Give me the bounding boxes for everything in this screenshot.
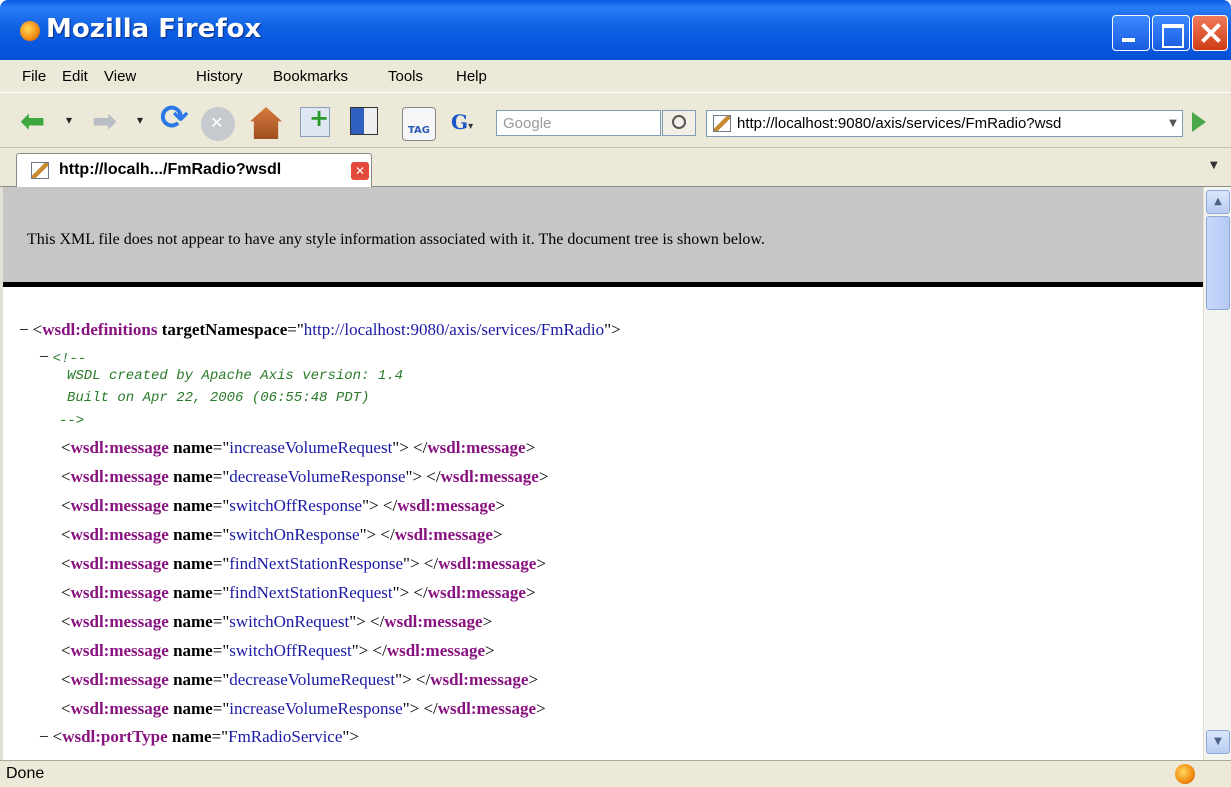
xml-message-line: <wsdl:message name="switchOffResponse"> … — [61, 496, 506, 515]
tag-bookmark-icon[interactable]: TAG — [402, 107, 436, 141]
xml-attr-value: decreaseVolumeResponse — [229, 467, 406, 486]
xml-comment-open: − <!-- — [39, 347, 87, 367]
xml-attr-value: http://localhost:9080/axis/services/FmRa… — [303, 320, 605, 339]
tab-fmradio-wsdl[interactable]: http://localh.../FmRadio?wsdl ✕ — [16, 153, 372, 187]
minimize-button[interactable] — [1112, 15, 1150, 51]
collapse-toggle[interactable]: − — [39, 347, 49, 366]
xml-message-line: <wsdl:message name="increaseVolumeRespon… — [61, 699, 546, 718]
xml-style-notice: This XML file does not appear to have an… — [27, 231, 765, 248]
stop-icon[interactable] — [201, 107, 235, 141]
xml-message-line: <wsdl:message name="findNextStationReque… — [61, 583, 536, 602]
back-history-dropdown-icon[interactable]: ▾ — [66, 113, 72, 127]
forward-history-dropdown-icon[interactable]: ▾ — [137, 113, 143, 127]
xml-attr-value: increaseVolumeResponse — [229, 699, 403, 718]
close-window-button[interactable] — [1192, 15, 1228, 51]
xml-attr-value: decreaseVolumeRequest — [229, 670, 396, 689]
search-magnifier-icon[interactable] — [662, 110, 696, 136]
menu-bar: File Edit View History Bookmarks Tools H… — [0, 60, 1231, 147]
xml-attr-value: findNextStationResponse — [229, 554, 404, 573]
menu-help[interactable]: Help — [456, 68, 487, 85]
xml-tag-name: wsdl:definitions — [42, 320, 158, 339]
xml-porttype-line: − <wsdl:portType name="FmRadioService"> — [39, 727, 359, 746]
xml-message-line: <wsdl:message name="decreaseVolumeRespon… — [61, 467, 549, 486]
new-tab-icon[interactable] — [300, 104, 330, 137]
title-bar[interactable]: Mozilla Firefox — [0, 0, 1231, 60]
tab-close-icon[interactable]: ✕ — [351, 162, 369, 180]
xml-attr-value: switchOffResponse — [229, 496, 363, 515]
xml-message-line: <wsdl:message name="switchOffRequest"> <… — [61, 641, 495, 660]
page-favicon-icon — [713, 115, 731, 132]
scroll-down-arrow-icon[interactable]: ▼ — [1206, 730, 1230, 754]
navigation-toolbar: ⬅ ▾ ➡ ▾ ⟳ TAG G▾ ▼ — [0, 92, 1231, 148]
address-bar[interactable]: ▼ — [706, 110, 1183, 137]
search-engine-selector[interactable]: G▾ — [451, 111, 491, 135]
xml-attr-value: increaseVolumeRequest — [229, 438, 393, 457]
xml-message-line: <wsdl:message name="findNextStationRespo… — [61, 554, 546, 573]
menu-tools[interactable]: Tools — [388, 68, 423, 85]
xml-style-notice-banner: This XML file does not appear to have an… — [3, 187, 1203, 287]
xml-message-line: <wsdl:message name="switchOnResponse"> <… — [61, 525, 503, 544]
collapse-toggle[interactable]: − — [39, 727, 49, 746]
xml-attr-value: switchOffRequest — [229, 641, 352, 660]
search-input[interactable] — [496, 110, 661, 136]
forward-arrow-icon[interactable]: ➡ — [92, 107, 117, 137]
xml-attr-name: targetNamespace — [161, 320, 288, 339]
maximize-button[interactable] — [1152, 15, 1190, 51]
scroll-thumb[interactable] — [1206, 216, 1230, 310]
menu-view[interactable]: View — [104, 68, 136, 85]
firefox-logo-icon — [20, 21, 40, 41]
menu-history[interactable]: History — [196, 68, 243, 85]
xml-attr-value: findNextStationRequest — [229, 583, 393, 602]
url-dropdown-icon[interactable]: ▼ — [1163, 112, 1183, 135]
status-bar: Done — [0, 760, 1231, 787]
xml-message-line: <wsdl:message name="decreaseVolumeReques… — [61, 670, 539, 689]
xml-message-line: <wsdl:message name="increaseVolumeReques… — [61, 438, 536, 457]
tab-favicon-icon — [31, 162, 49, 179]
window-title: Mozilla Firefox — [46, 14, 262, 44]
xml-root-line: − <wsdl:definitions targetNamespace="http… — [19, 320, 621, 339]
collapse-toggle[interactable]: − — [19, 320, 29, 339]
menu-file[interactable]: File — [22, 68, 46, 85]
tab-list-dropdown-icon[interactable]: ▼ — [1210, 160, 1218, 171]
reload-icon[interactable]: ⟳ — [160, 101, 189, 135]
page-content: This XML file does not appear to have an… — [0, 187, 1203, 760]
tab-title: http://localh.../FmRadio?wsdl — [59, 161, 282, 178]
xml-attr-value: switchOnRequest — [229, 612, 350, 631]
xml-comment-text: WSDL created by Apache Axis version: 1.4 — [67, 368, 404, 384]
xml-comment-text: Built on Apr 22, 2006 (06:55:48 PDT) — [67, 390, 370, 406]
status-text: Done — [6, 765, 45, 782]
url-input[interactable] — [737, 112, 1157, 135]
back-arrow-icon[interactable]: ⬅ — [20, 107, 45, 137]
menu-bookmarks[interactable]: Bookmarks — [273, 68, 348, 85]
go-arrow-icon[interactable] — [1192, 112, 1206, 132]
xml-message-line: <wsdl:message name="switchOnRequest"> </… — [61, 612, 493, 631]
xml-comment-close: --> — [59, 413, 85, 429]
vertical-scrollbar[interactable]: ▲ ▼ — [1203, 187, 1231, 760]
home-icon[interactable] — [250, 107, 282, 139]
google-g-icon: G — [451, 110, 469, 134]
search-engine-dropdown-icon: ▾ — [468, 121, 474, 132]
scroll-up-arrow-icon[interactable]: ▲ — [1206, 190, 1230, 214]
menu-edit[interactable]: Edit — [62, 68, 88, 85]
tab-strip: http://localh.../FmRadio?wsdl ✕ ▼ — [0, 148, 1231, 187]
sidebar-toggle-icon[interactable] — [350, 107, 378, 135]
firefox-status-icon — [1175, 764, 1195, 784]
xml-attr-value: switchOnResponse — [229, 525, 360, 544]
